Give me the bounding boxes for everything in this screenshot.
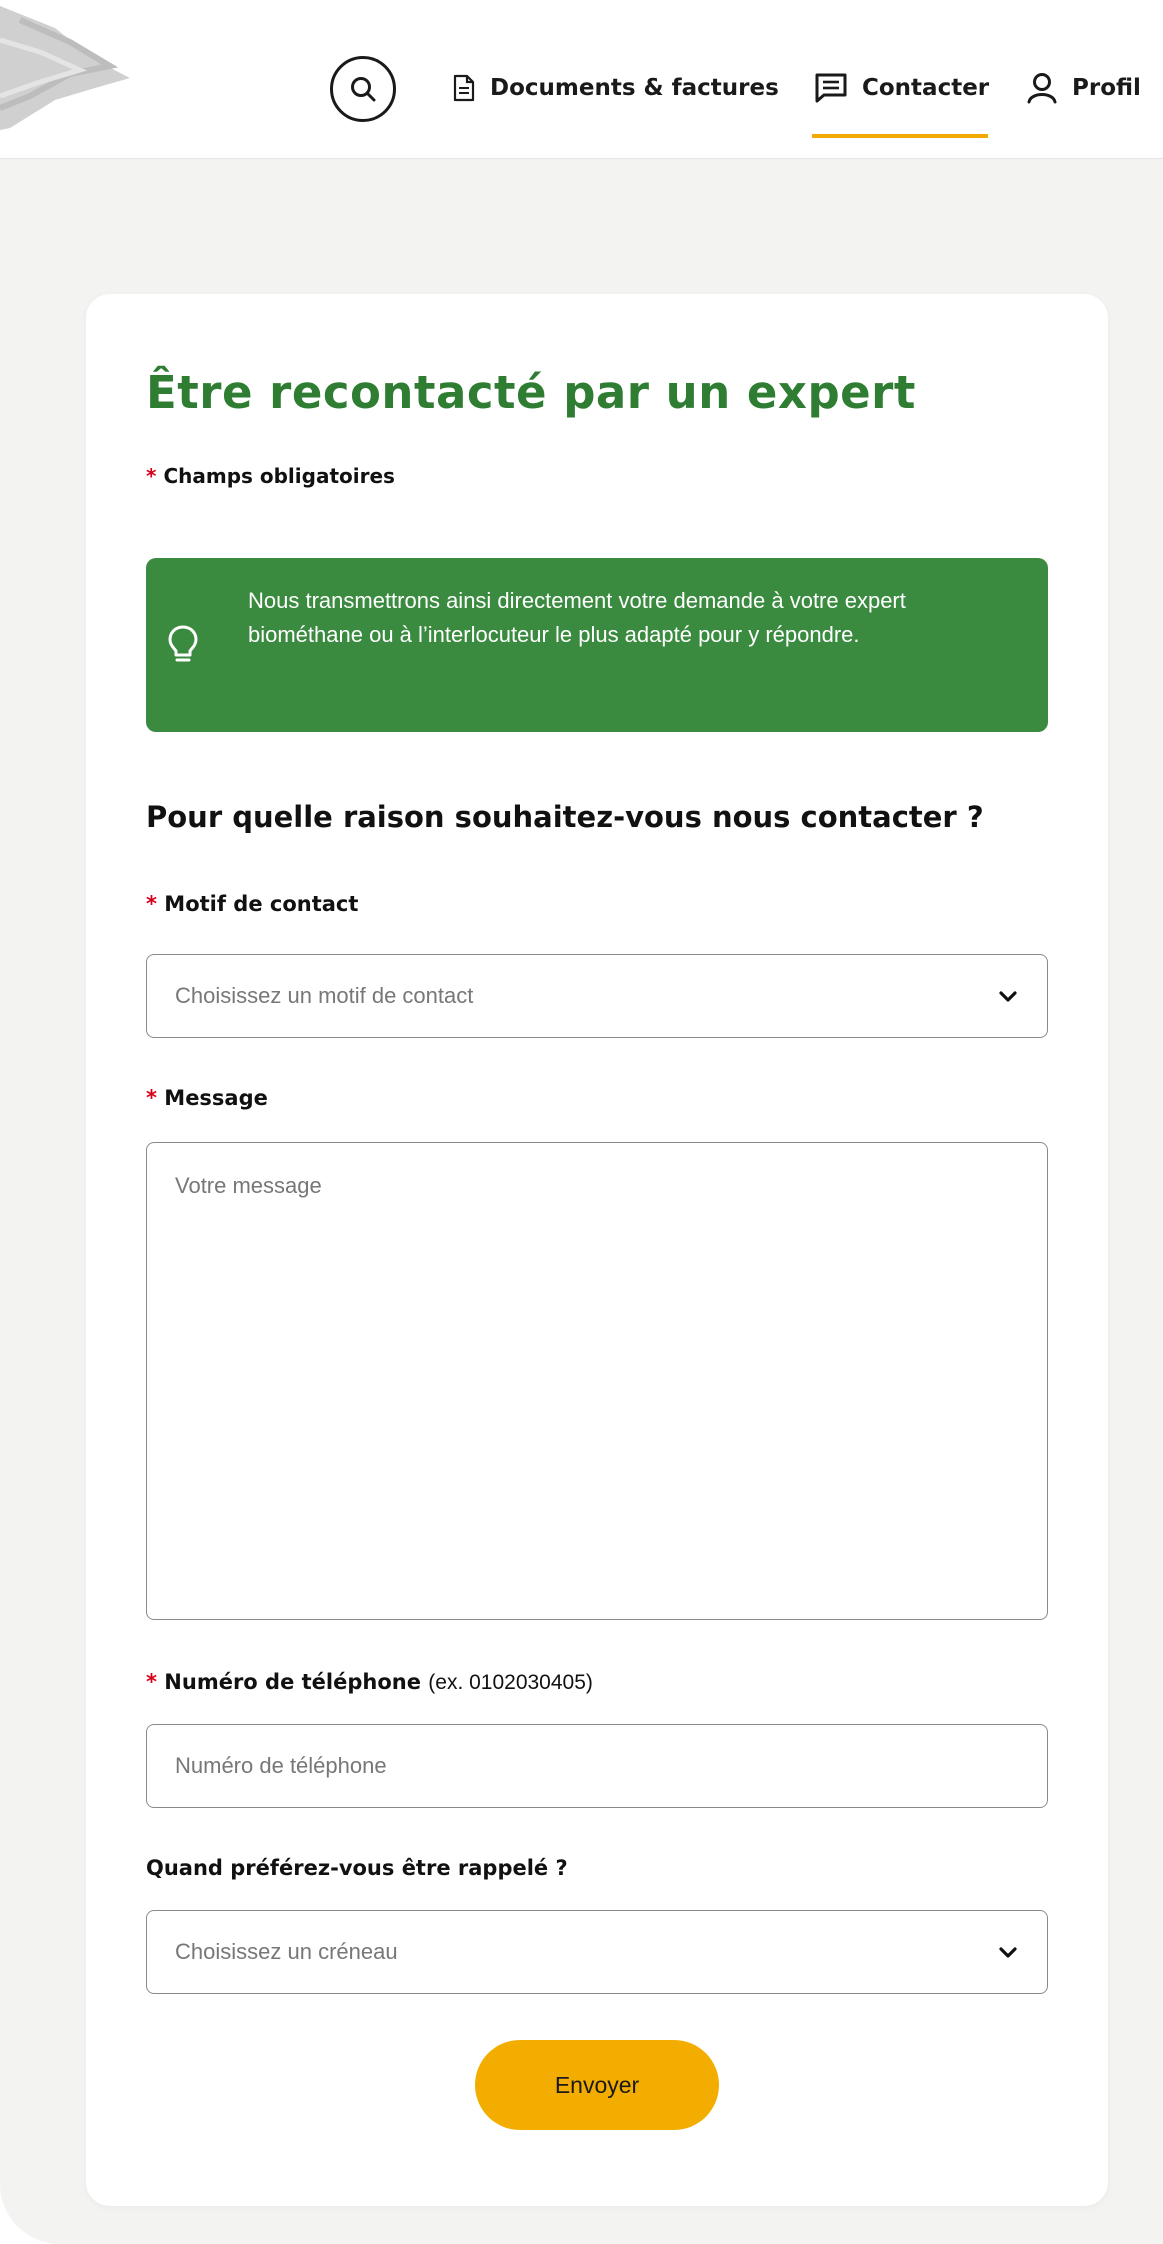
info-banner: Nous transmettrons ainsi directement vot…	[146, 558, 1048, 732]
motif-select[interactable]: Choisissez un motif de contact	[146, 954, 1048, 1038]
motif-label: * Motif de contact	[146, 892, 358, 916]
callback-select[interactable]: Choisissez un créneau	[146, 1910, 1048, 1994]
message-icon	[815, 73, 847, 103]
message-label-text: Message	[164, 1086, 268, 1110]
nav-contact[interactable]: Contacter	[814, 64, 989, 112]
info-banner-text: Nous transmettrons ainsi directement vot…	[248, 588, 906, 647]
lightbulb-icon	[168, 625, 198, 662]
nav-documents[interactable]: Documents & factures	[452, 64, 779, 112]
message-textarea[interactable]: Votre message	[146, 1142, 1048, 1620]
top-header: Documents & factures Contacter Profil	[0, 0, 1163, 159]
motif-label-text: Motif de contact	[164, 892, 359, 916]
required-star: *	[146, 1086, 157, 1110]
message-placeholder: Votre message	[175, 1173, 322, 1198]
user-icon	[1027, 73, 1057, 104]
required-star: *	[146, 892, 157, 916]
logo[interactable]	[0, 0, 190, 150]
motif-select-placeholder: Choisissez un motif de contact	[175, 983, 474, 1008]
required-star: *	[146, 1670, 157, 1694]
message-label: * Message	[146, 1086, 268, 1110]
phone-label: * Numéro de téléphone (ex. 0102030405)	[146, 1670, 593, 1695]
document-icon	[453, 74, 475, 102]
page-title: Être recontacté par un expert	[146, 366, 916, 419]
nav-contact-label: Contacter	[862, 75, 990, 101]
required-star: *	[146, 464, 157, 488]
section-heading: Pour quelle raison souhaitez-vous nous c…	[146, 800, 984, 834]
search-button[interactable]	[330, 56, 396, 122]
phone-placeholder: Numéro de téléphone	[175, 1753, 387, 1778]
callback-select-placeholder: Choisissez un créneau	[175, 1939, 398, 1964]
phone-input[interactable]: Numéro de téléphone	[146, 1724, 1048, 1808]
required-fields-note: * Champs obligatoires	[146, 464, 395, 488]
required-note-text: Champs obligatoires	[163, 464, 395, 488]
active-tab-indicator	[812, 134, 988, 138]
nav-profil[interactable]: Profil	[1026, 64, 1141, 112]
submit-button[interactable]: Envoyer	[475, 2040, 719, 2130]
phone-label-text: Numéro de téléphone	[164, 1670, 421, 1694]
nav-documents-label: Documents & factures	[490, 75, 779, 101]
chevron-down-icon	[999, 1947, 1017, 1958]
chevron-down-icon	[999, 991, 1017, 1002]
nav-profil-label: Profil	[1072, 75, 1141, 101]
contact-form-card: Être recontacté par un expert * Champs o…	[86, 294, 1108, 2206]
callback-label: Quand préférez-vous être rappelé ?	[146, 1856, 568, 1880]
phone-hint: (ex. 0102030405)	[428, 1671, 593, 1694]
search-icon	[351, 77, 376, 102]
